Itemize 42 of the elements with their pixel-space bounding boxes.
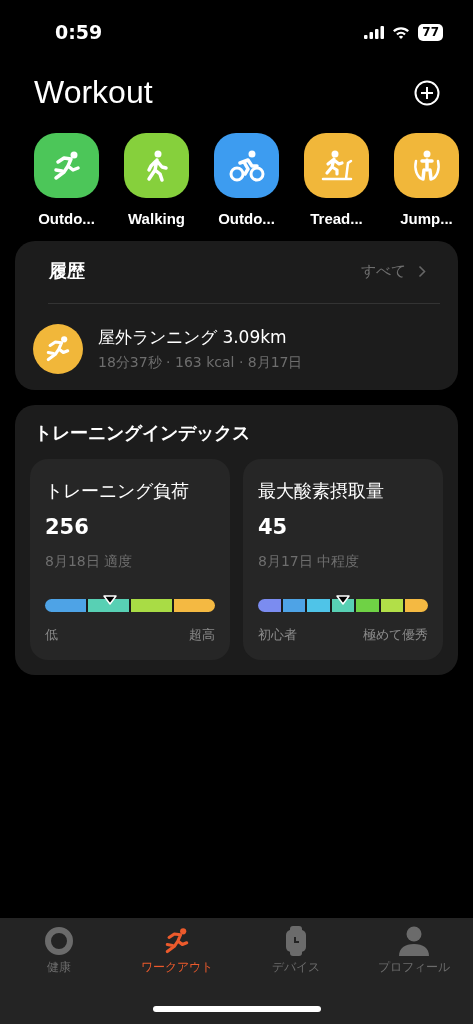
battery-level: 77 xyxy=(418,23,443,41)
metric-value: 45 xyxy=(258,515,289,539)
add-icon[interactable] xyxy=(414,79,440,106)
history-title: 履歴 xyxy=(49,259,85,283)
treadmill-icon xyxy=(319,148,354,183)
person-icon xyxy=(397,926,430,956)
ring-icon xyxy=(44,926,75,956)
history-entry-detail: 18分37秒 · 163 kcal · 8月17日 xyxy=(98,354,303,372)
scale-min-label: 初心者 xyxy=(258,626,297,644)
metric-title: トレーニング負荷 xyxy=(45,479,190,503)
page-title: Workout xyxy=(34,74,153,111)
see-all-link[interactable]: すべて xyxy=(361,261,426,281)
cyclist-icon xyxy=(227,148,266,183)
workout-button[interactable] xyxy=(394,133,459,198)
training-index-title: トレーニングインデックス xyxy=(33,422,250,443)
workout-label: Outdo... xyxy=(38,210,95,227)
workout-label: Jump... xyxy=(400,210,453,227)
metric-detail: 8月17日 中程度 xyxy=(258,553,361,571)
workout-label: Tread... xyxy=(310,210,363,227)
metric-card[interactable]: トレーニング負荷 256 8月18日 適度 低 超高 xyxy=(30,459,230,660)
tab[interactable]: 健康 xyxy=(0,926,119,976)
chevron-icon xyxy=(418,264,426,278)
workout-button[interactable] xyxy=(304,133,369,198)
metric-card[interactable]: 最大酸素摂取量 45 8月17日 中程度 初心者 極めて優秀 xyxy=(243,459,443,660)
signal-icon xyxy=(364,25,385,39)
history-entry-title[interactable]: 屋外ランニング 3.09km xyxy=(98,326,303,349)
status-time: 0:59 xyxy=(55,21,103,43)
workout-label: Walking xyxy=(128,210,185,227)
workout-button[interactable] xyxy=(124,133,189,198)
workout-label: Outdo... xyxy=(218,210,275,227)
scale-max-label: 超高 xyxy=(189,626,215,644)
watch-icon xyxy=(283,926,308,956)
metric-detail: 8月18日 適度 xyxy=(45,553,134,571)
wifi-icon xyxy=(392,25,411,39)
scale-min-label: 低 xyxy=(45,626,58,644)
metric-title: 最大酸素摂取量 xyxy=(258,479,385,503)
metric-value: 256 xyxy=(45,515,90,539)
workout-button[interactable] xyxy=(214,133,279,198)
tab[interactable]: ワークアウト xyxy=(118,926,237,976)
scale-max-label: 極めて優秀 xyxy=(363,626,428,644)
workout-button[interactable] xyxy=(34,133,99,198)
runner-avatar-icon xyxy=(33,324,83,374)
